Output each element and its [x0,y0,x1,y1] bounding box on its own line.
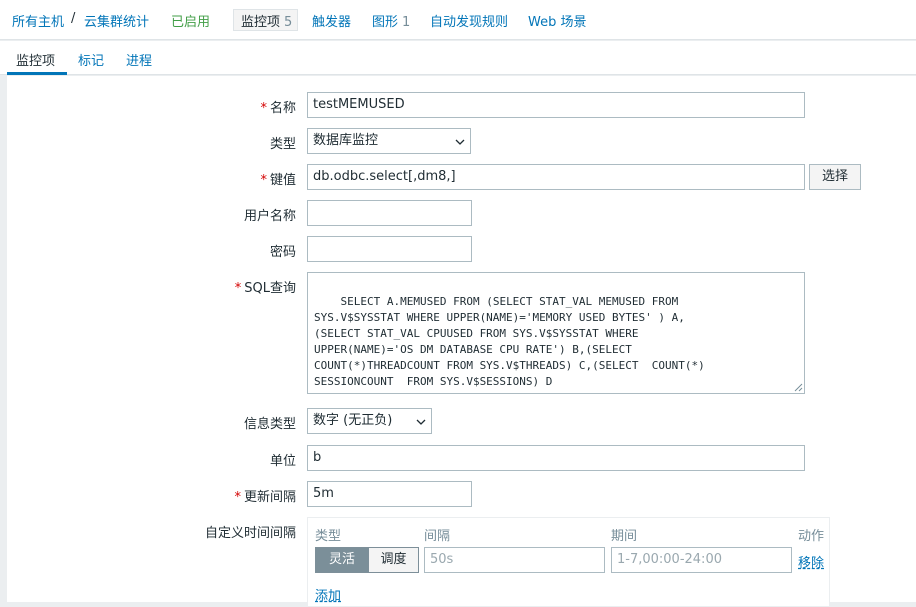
tab-preprocessing[interactable]: 进程 [126,50,152,69]
remove-interval-link[interactable]: 移除 [798,552,824,571]
breadcrumb-all-hosts[interactable]: 所有主机 [12,11,64,30]
resize-handle-icon[interactable] [794,383,803,392]
sql-query-textarea[interactable]: SELECT A.MEMUSED FROM (SELECT STAT_VAL M… [307,272,805,394]
nav-graphs[interactable]: 图形 1 [372,11,410,30]
units-input[interactable]: b [307,445,805,471]
update-interval-label: * 更新间隔 [234,490,296,505]
col-action-header: 动作 [798,529,825,544]
info-type-label: 信息类型 [243,417,296,432]
required-marker: * [260,173,267,188]
type-label: 类型 [269,137,296,152]
nav-items-count: 5 [284,15,293,30]
required-marker: * [234,281,242,296]
nav-graphs-label: 图形 [372,15,399,30]
username-label: 用户名称 [243,209,296,224]
active-tab-indicator [7,72,67,75]
col-type-header: 类型 [315,529,342,544]
flexible-option[interactable]: 灵活 [316,548,368,572]
custom-period-input[interactable]: 1-7,00:00-24:00 [611,547,792,573]
name-input[interactable]: testMEMUSED [307,92,805,118]
interval-type-toggle: 灵活 调度 [315,547,419,573]
chevron-down-icon [416,419,426,425]
custom-interval-input[interactable]: 50s [424,547,605,573]
required-marker: * [260,101,267,116]
key-label: * 键值 [260,173,296,188]
select-key-button[interactable]: 选择 [809,164,861,190]
username-input[interactable] [307,200,472,226]
form-tabs: 监控项 标记 进程 [0,41,916,75]
host-status-enabled[interactable]: 已启用 [171,11,210,30]
required-marker: * [234,490,241,505]
col-interval-header: 间隔 [424,529,451,544]
password-input[interactable] [307,236,472,262]
nav-discovery-rules[interactable]: 自动发现规则 [430,11,508,30]
breadcrumb-host[interactable]: 云集群统计 [84,11,149,30]
custom-intervals-table: 类型 间隔 期间 动作 灵活 调度 50s 1-7,00:00-24:00 移除… [307,517,830,607]
update-interval-input[interactable]: 5m [307,481,472,507]
sql-label: * SQL查询 [234,281,296,296]
type-select[interactable]: 数据库监控 [307,128,471,154]
key-input[interactable]: db.odbc.select[,dm8,] [307,164,805,190]
info-type-select[interactable]: 数字 (无正负) [307,408,432,434]
nav-items[interactable]: 监控项 5 [241,11,292,30]
units-label: 单位 [269,454,296,469]
password-label: 密码 [269,245,296,260]
breadcrumb-separator: / [71,11,76,26]
custom-intervals-label: 自定义时间间隔 [204,526,296,541]
tab-tags[interactable]: 标记 [78,50,104,69]
col-period-header: 期间 [611,529,638,544]
nav-items-label: 监控项 [241,15,281,30]
nav-web-scenarios[interactable]: Web 场景 [528,11,586,30]
type-select-value: 数据库监控 [313,133,379,148]
tab-item[interactable]: 监控项 [16,50,55,69]
add-interval-link[interactable]: 添加 [315,585,341,604]
breadcrumb: 所有主机 / 云集群统计 已启用 监控项 5 触发器 图形 1 自动发现规则 Web… [0,0,916,40]
nav-graphs-count: 1 [402,15,411,30]
sql-query-text: SELECT A.MEMUSED FROM (SELECT STAT_VAL M… [314,295,705,388]
nav-triggers[interactable]: 触发器 [312,11,351,30]
info-type-select-value: 数字 (无正负) [313,413,393,428]
item-form: * 名称 testMEMUSED 类型 数据库监控 * 键值 db.odbc.sel… [7,76,916,607]
name-label: * 名称 [260,101,296,116]
chevron-down-icon [455,139,465,145]
scheduling-option[interactable]: 调度 [368,548,418,572]
